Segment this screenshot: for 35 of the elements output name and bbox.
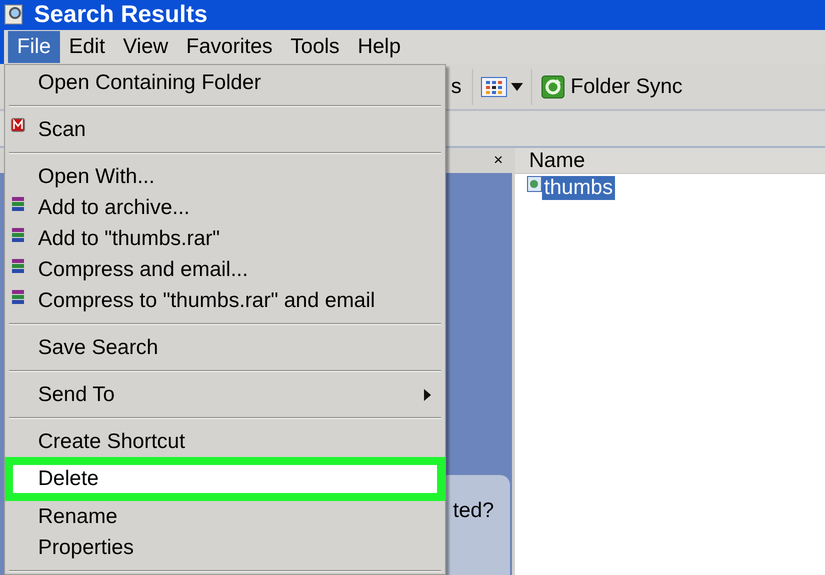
menu-item[interactable]: Edit [60, 31, 114, 63]
menu-item[interactable]: Help [348, 31, 410, 63]
window-title: Search Results [34, 2, 208, 28]
menu-item[interactable]: Compress and email... [5, 254, 445, 285]
toolbar-label: s [451, 74, 462, 100]
menu-item[interactable]: Send To [5, 379, 445, 410]
books-icon [11, 196, 25, 212]
menu-item[interactable]: Scan [5, 114, 445, 145]
menu-item[interactable]: Compress to "thumbs.rar" and email [5, 285, 445, 316]
books-icon [11, 289, 25, 305]
menu-item[interactable]: Open Containing Folder [5, 67, 445, 98]
menu-item[interactable]: Favorites [177, 31, 282, 63]
grid-icon [480, 76, 506, 96]
menu-item[interactable]: Add to archive... [5, 192, 445, 223]
card-text: ted? [453, 499, 494, 522]
menu-item[interactable]: Rename [5, 501, 445, 532]
menu-item[interactable]: Create Shortcut [5, 426, 445, 457]
sync-icon [540, 74, 564, 98]
caret-icon [510, 82, 522, 90]
file-icon [527, 176, 542, 192]
menu-item[interactable]: Tools [282, 31, 349, 63]
menu-item[interactable]: Save Search [5, 332, 445, 363]
close-button[interactable]: × [494, 152, 503, 168]
views-button[interactable] [472, 68, 532, 104]
column-title: Name [529, 148, 586, 174]
menu-item[interactable]: Delete [13, 465, 437, 493]
menu-item[interactable]: Properties [5, 532, 445, 563]
books-icon [11, 258, 25, 274]
menu-item[interactable]: Open With... [5, 161, 445, 192]
menu-item[interactable]: View [114, 31, 178, 63]
menu-item[interactable]: Add to "thumbs.rar" [5, 223, 445, 254]
file-name[interactable]: thumbs [542, 176, 615, 200]
folder-sync-button[interactable]: Folder Sync [540, 68, 683, 104]
menu-item[interactable]: File [8, 31, 60, 63]
books-icon [11, 227, 25, 243]
